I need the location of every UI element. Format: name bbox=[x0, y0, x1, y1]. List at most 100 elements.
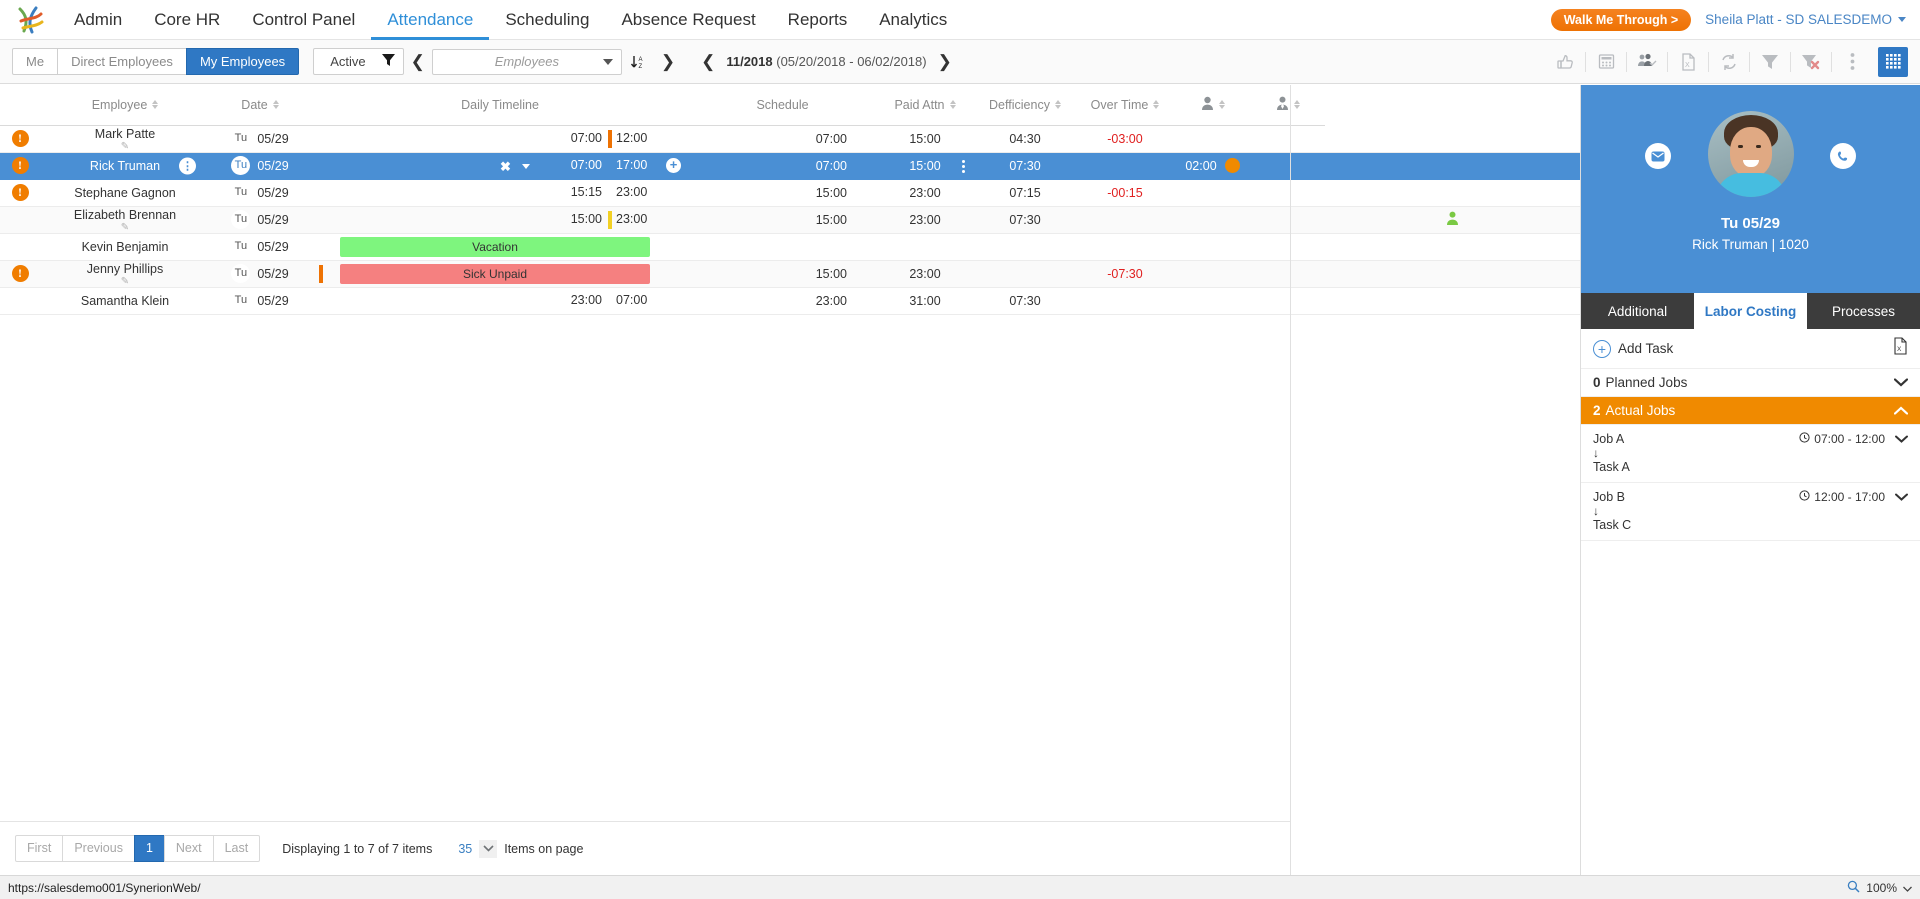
edit-pencil-icon[interactable]: ✎ bbox=[40, 141, 210, 151]
status-filter-button[interactable]: Active bbox=[313, 48, 404, 75]
table-row[interactable]: ! Mark Patte ✎ Tu 05/29 07:00 12:00 07:00 15:00 0… bbox=[0, 125, 1580, 153]
clear-filter-icon[interactable] bbox=[1791, 47, 1831, 77]
job-row[interactable]: Job B 12:00 - 17:00 ↓ Task C bbox=[1581, 483, 1920, 541]
table-row[interactable]: ! Jenny Phillips ✎ Tu 05/29 Sick Unpaid 15:00 2… bbox=[0, 260, 1580, 288]
person-approved-icon[interactable] bbox=[1446, 211, 1459, 229]
row-info-icon[interactable]: ⋮ bbox=[179, 157, 196, 174]
chevron-down-icon[interactable] bbox=[479, 839, 498, 858]
user-menu[interactable]: Sheila Platt - SD SALESDEMO bbox=[1705, 12, 1906, 27]
edit-pencil-icon[interactable]: ✎ bbox=[40, 276, 210, 286]
filter-icon[interactable] bbox=[1750, 47, 1790, 77]
add-punch-icon[interactable]: + bbox=[666, 157, 681, 173]
daily-timeline-cell[interactable]: Vacation bbox=[310, 233, 690, 261]
scope-button-me[interactable]: Me bbox=[12, 48, 59, 75]
job-row[interactable]: Job A 07:00 - 12:00 ↓ Task A bbox=[1581, 425, 1920, 483]
planned-jobs-section[interactable]: 0 Planned Jobs bbox=[1581, 369, 1920, 397]
table-row[interactable]: Samantha Klein Tu 05/29 23:00 07:00 23:00 31:0… bbox=[0, 287, 1580, 315]
synerion-logo-icon[interactable] bbox=[14, 5, 48, 35]
plus-icon[interactable]: + bbox=[1593, 339, 1611, 358]
alert-cell: ! bbox=[0, 179, 40, 207]
add-task-button[interactable]: Add Task bbox=[1618, 341, 1673, 356]
previous-employee-button[interactable]: ❮ bbox=[404, 53, 432, 70]
nav-item-reports[interactable]: Reports bbox=[772, 0, 864, 40]
header-defficiency[interactable]: Defficiency bbox=[975, 85, 1075, 126]
refresh-icon[interactable] bbox=[1709, 47, 1749, 77]
alert-icon[interactable]: ! bbox=[11, 157, 29, 174]
table-row[interactable]: ! Stephane Gagnon Tu 05/29 15:15 23:00 15:00 23… bbox=[0, 179, 1580, 207]
calculator-icon[interactable] bbox=[1586, 47, 1626, 77]
tab-additional[interactable]: Additional bbox=[1581, 293, 1694, 329]
phone-icon[interactable] bbox=[1830, 143, 1856, 169]
employees-check-icon[interactable] bbox=[1627, 47, 1667, 77]
nav-item-core-hr[interactable]: Core HR bbox=[138, 0, 236, 40]
employee-select[interactable]: Employees bbox=[431, 48, 622, 75]
absence-bar[interactable]: Sick Unpaid bbox=[340, 263, 650, 284]
alert-icon[interactable]: ! bbox=[11, 130, 29, 147]
alert-icon[interactable]: ! bbox=[11, 265, 29, 282]
header-paid-attn[interactable]: Paid Attn bbox=[875, 85, 975, 126]
table-row[interactable]: Kevin Benjamin Tu 05/29 Vacation bbox=[0, 233, 1580, 261]
previous-period-button[interactable]: ❮ bbox=[694, 53, 722, 70]
pager-previous-button[interactable]: Previous bbox=[62, 835, 135, 862]
delete-punch-icon[interactable]: ✖ bbox=[500, 159, 511, 175]
excel-export-icon[interactable]: X bbox=[1668, 47, 1708, 77]
header-employee[interactable]: Employee bbox=[40, 85, 210, 126]
chevron-down-icon[interactable] bbox=[522, 163, 530, 169]
employee-cell[interactable]: Jenny Phillips ✎ bbox=[40, 260, 210, 288]
walk-me-through-button[interactable]: Walk Me Through > bbox=[1550, 8, 1692, 31]
nav-item-analytics[interactable]: Analytics bbox=[863, 0, 963, 40]
items-per-page-value[interactable]: 35 bbox=[458, 842, 472, 856]
header-date[interactable]: Date bbox=[210, 85, 310, 126]
employee-cell[interactable]: Samantha Klein bbox=[40, 287, 210, 315]
next-employee-button[interactable]: ❯ bbox=[654, 53, 682, 70]
absence-bar[interactable]: Vacation bbox=[340, 236, 650, 257]
employee-cell[interactable]: Mark Patte ✎ bbox=[40, 125, 210, 153]
scope-button-direct-employees[interactable]: Direct Employees bbox=[57, 48, 187, 75]
chevron-down-icon[interactable] bbox=[1895, 490, 1908, 504]
chevron-down-icon[interactable] bbox=[1895, 432, 1908, 446]
actual-jobs-section[interactable]: 2 Actual Jobs bbox=[1581, 397, 1920, 425]
daily-timeline-cell[interactable]: 23:00 07:00 bbox=[310, 287, 690, 315]
mail-icon[interactable] bbox=[1645, 143, 1671, 169]
more-options-icon[interactable] bbox=[1832, 47, 1872, 77]
employee-cell[interactable]: Kevin Benjamin bbox=[40, 233, 210, 261]
overtime-status-icon[interactable] bbox=[1224, 158, 1240, 173]
employee-cell[interactable]: Stephane Gagnon bbox=[40, 179, 210, 207]
tab-labor-costing[interactable]: Labor Costing bbox=[1694, 293, 1807, 329]
nav-item-control-panel[interactable]: Control Panel bbox=[236, 0, 371, 40]
daily-timeline-cell[interactable]: ✖ 07:00 17:00 + bbox=[310, 152, 690, 180]
thumbs-up-icon[interactable] bbox=[1545, 47, 1585, 77]
employee-cell[interactable]: Rick Truman ⋮ bbox=[40, 152, 210, 180]
zoom-control[interactable]: 100% bbox=[1847, 880, 1912, 896]
daily-timeline-cell[interactable]: 15:00 23:00 bbox=[310, 206, 690, 234]
status-url: https://salesdemo001/SynerionWeb/ bbox=[8, 880, 201, 895]
nav-item-attendance[interactable]: Attendance bbox=[371, 0, 490, 40]
nav-item-absence-request[interactable]: Absence Request bbox=[605, 0, 771, 40]
scope-button-my-employees[interactable]: My Employees bbox=[185, 48, 300, 75]
excel-export-icon[interactable]: X bbox=[1893, 337, 1908, 360]
pager-last-button[interactable]: Last bbox=[212, 835, 261, 862]
table-row[interactable]: Elizabeth Brennan ✎ Tu 05/29 15:00 23:00 15:00… bbox=[0, 206, 1580, 234]
nav-item-admin[interactable]: Admin bbox=[58, 0, 138, 40]
header-person[interactable] bbox=[1175, 85, 1250, 126]
header-over-time[interactable]: Over Time bbox=[1075, 85, 1175, 126]
chevron-down-icon bbox=[602, 58, 613, 65]
employee-cell[interactable]: Elizabeth Brennan ✎ bbox=[40, 206, 210, 234]
daily-timeline-cell[interactable]: 15:15 23:00 bbox=[310, 179, 690, 207]
next-period-button[interactable]: ❯ bbox=[931, 53, 959, 70]
sort-button[interactable]: A Z bbox=[622, 54, 654, 70]
alert-icon[interactable]: ! bbox=[11, 184, 29, 201]
nav-item-scheduling[interactable]: Scheduling bbox=[489, 0, 605, 40]
tab-processes[interactable]: Processes bbox=[1807, 293, 1920, 329]
daily-timeline-cell[interactable]: Sick Unpaid bbox=[310, 260, 690, 288]
daily-timeline-cell[interactable]: 07:00 12:00 bbox=[310, 125, 690, 153]
edit-pencil-icon[interactable]: ✎ bbox=[40, 222, 210, 232]
header-person-tie[interactable] bbox=[1250, 85, 1325, 126]
table-row[interactable]: ! Rick Truman ⋮ Tu 05/29 ✖ 07:00 17:00 +07:00 15:… bbox=[0, 152, 1580, 180]
pager-first-button[interactable]: First bbox=[15, 835, 64, 862]
pager-next-button[interactable]: Next bbox=[163, 835, 214, 862]
pager-page-1-button[interactable]: 1 bbox=[133, 835, 165, 862]
schedule-menu-icon[interactable] bbox=[962, 158, 965, 175]
grid-view-icon[interactable] bbox=[1878, 46, 1908, 77]
svg-text:X: X bbox=[1685, 62, 1690, 69]
